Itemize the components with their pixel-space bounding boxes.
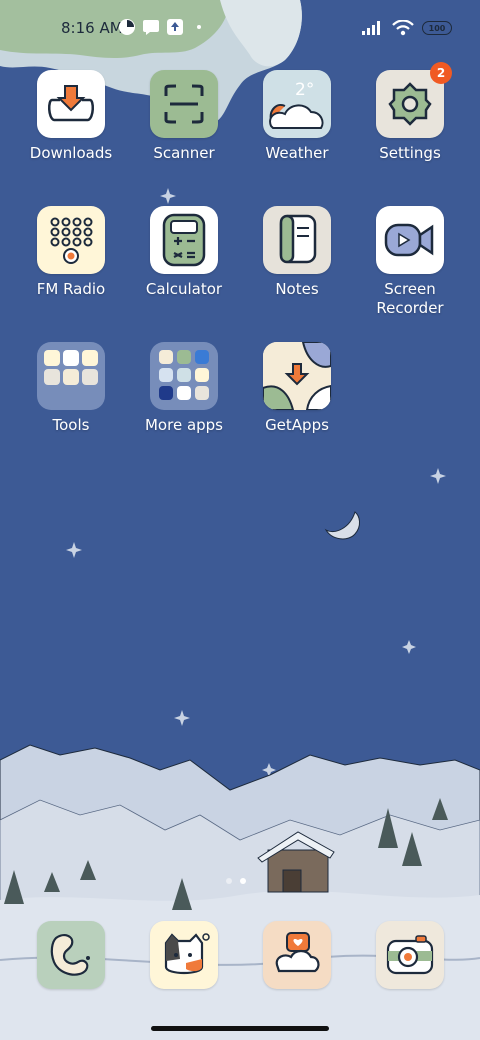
battery-level: 100	[428, 23, 446, 33]
app-screen-recorder[interactable]: Screen Recorder	[354, 206, 466, 334]
status-bar: 8:16 AM 100	[0, 0, 480, 56]
downloads-icon[interactable]	[37, 70, 105, 138]
app-downloads[interactable]: Downloads	[15, 70, 127, 198]
system-status-icons: 100	[362, 18, 452, 38]
mini-recorder-icon	[44, 350, 60, 366]
app-label: GetApps	[265, 416, 329, 434]
mini-game-icon	[195, 386, 209, 400]
mini-themes-icon	[177, 368, 191, 382]
mini-mail-icon	[44, 369, 60, 385]
message-heart-icon	[275, 932, 320, 973]
tools-folder-icon[interactable]	[37, 342, 105, 410]
mini-play-store-icon	[177, 386, 191, 400]
signal-icon	[362, 21, 380, 35]
app-settings[interactable]: 2 Settings	[354, 62, 466, 198]
upload-icon	[167, 19, 183, 35]
notification-icons	[118, 18, 208, 38]
fm-radio-icon[interactable]	[37, 206, 105, 274]
page-indicator[interactable]	[226, 878, 246, 884]
mini-app-icon	[159, 350, 173, 364]
dock-phone[interactable]	[37, 921, 105, 989]
app-fm-radio[interactable]: FM Radio	[15, 206, 127, 334]
app-label: Calculator	[145, 280, 223, 298]
folder-tools[interactable]: Tools	[15, 342, 127, 470]
getapps-icon[interactable]	[263, 342, 331, 410]
weather-icon[interactable]: 2°	[263, 70, 331, 138]
notification-badge: 2	[430, 62, 452, 84]
mini-linkedin-icon	[159, 368, 173, 382]
scanner-icon[interactable]	[150, 70, 218, 138]
mini-feedback-icon	[82, 369, 98, 385]
app-label: Settings	[379, 144, 441, 162]
phone-icon	[50, 934, 90, 976]
calculator-icon[interactable]	[150, 206, 218, 274]
app-scanner[interactable]: Scanner	[128, 70, 240, 198]
app-label: Notes	[275, 280, 319, 298]
folder-more-apps[interactable]: More apps	[128, 342, 240, 470]
message-icon	[143, 20, 159, 35]
mini-cleaner-icon	[63, 369, 79, 385]
battery-indicator: 100	[422, 21, 452, 35]
mini-browser-icon	[195, 350, 209, 364]
mini-files-icon	[195, 368, 209, 382]
mini-compass-icon	[82, 350, 98, 366]
app-label: Weather	[265, 144, 329, 162]
app-notes[interactable]: Notes	[241, 206, 353, 334]
wifi-icon	[392, 20, 414, 36]
dock-contacts[interactable]	[150, 921, 218, 989]
settings-icon[interactable]: 2	[376, 62, 452, 138]
camera-icon	[386, 935, 434, 975]
cat-face-icon	[164, 933, 210, 975]
app-label: Scanner	[153, 144, 215, 162]
page-dot[interactable]	[226, 878, 232, 884]
more-apps-folder-icon[interactable]	[150, 342, 218, 410]
more-notifications-icon	[197, 25, 201, 29]
app-label: Screen Recorder	[376, 280, 444, 317]
mini-facebook-icon	[177, 350, 191, 364]
app-label: More apps	[144, 416, 223, 434]
mini-link-icon	[63, 350, 79, 366]
dock-messages[interactable]	[263, 921, 331, 989]
notes-icon[interactable]	[263, 206, 331, 274]
status-time: 8:16 AM	[61, 19, 123, 37]
dock-camera[interactable]	[376, 921, 444, 989]
home-indicator[interactable]	[151, 1026, 329, 1031]
timer-icon	[119, 19, 135, 35]
app-label: Tools	[52, 416, 90, 434]
app-calculator[interactable]: Calculator	[128, 206, 240, 334]
app-label: Downloads	[29, 144, 113, 162]
screen-recorder-icon[interactable]	[376, 206, 444, 274]
app-getapps[interactable]: GetApps	[241, 342, 353, 470]
app-weather[interactable]: 2° Weather	[241, 70, 353, 198]
mini-store-icon	[159, 386, 173, 400]
app-label: FM Radio	[36, 280, 106, 298]
page-dot-active[interactable]	[240, 878, 246, 884]
